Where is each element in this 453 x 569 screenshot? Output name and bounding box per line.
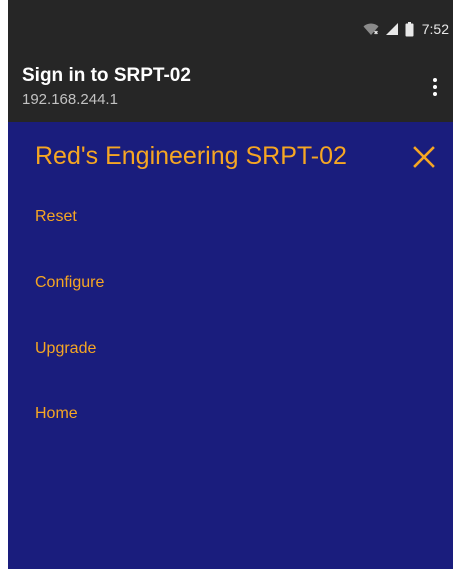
- status-time: 7:52: [421, 21, 449, 37]
- signal-icon: [385, 22, 399, 36]
- menu-heading: Red's Engineering SRPT-02: [35, 142, 347, 170]
- nav-item-home[interactable]: Home: [35, 405, 78, 423]
- page-url: 192.168.244.1: [22, 91, 118, 108]
- captive-portal-menu: Red's Engineering SRPT-02 Reset Configur…: [8, 122, 453, 569]
- nav-item-configure[interactable]: Configure: [35, 274, 104, 292]
- battery-icon: [405, 21, 414, 37]
- nav-item-reset[interactable]: Reset: [35, 208, 77, 226]
- status-bar: 7:52: [8, 0, 453, 57]
- browser-screen: 7:52 Sign in to SRPT-02 192.168.244.1 Re…: [8, 0, 453, 569]
- page-title: Sign in to SRPT-02: [22, 65, 191, 86]
- status-icons: 7:52: [363, 20, 449, 38]
- app-bar: Sign in to SRPT-02 192.168.244.1: [8, 57, 453, 122]
- more-vert-icon[interactable]: [425, 75, 445, 99]
- nav-item-upgrade[interactable]: Upgrade: [35, 340, 96, 358]
- wifi-icon: [363, 22, 379, 36]
- close-icon[interactable]: [411, 144, 437, 170]
